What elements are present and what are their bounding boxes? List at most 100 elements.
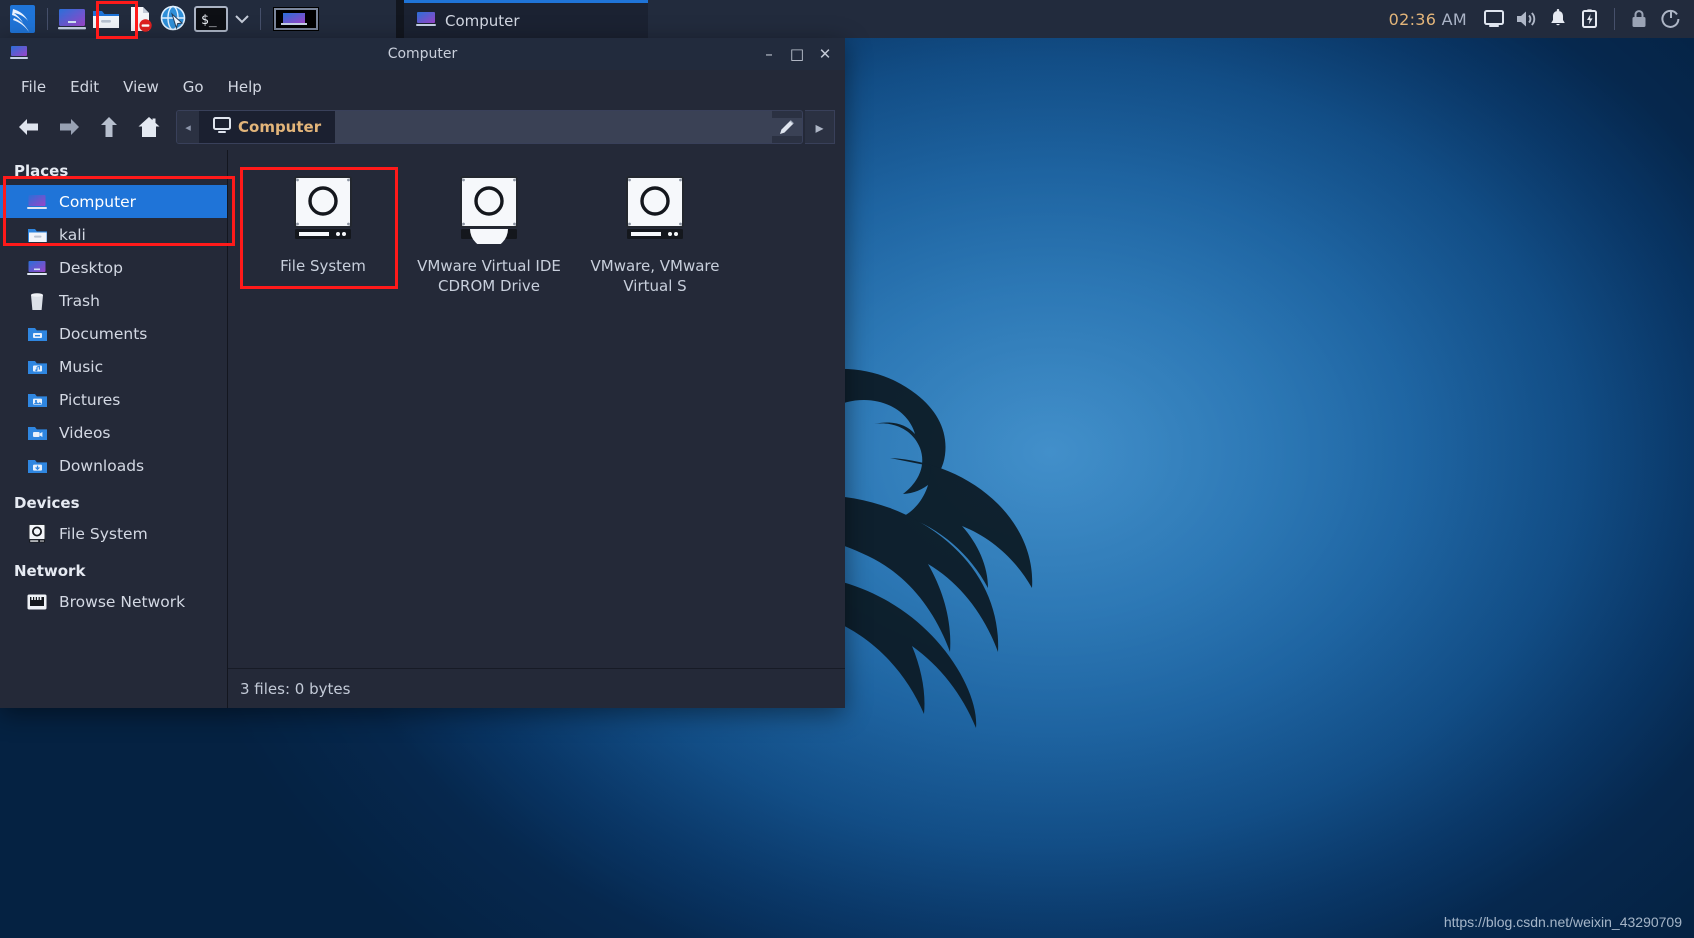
sidebar-item-browse-network[interactable]: Browse Network (0, 585, 227, 618)
display-icon[interactable] (1479, 4, 1509, 34)
documents-folder-icon (26, 323, 48, 345)
file-item-label: File System (280, 257, 366, 275)
show-desktop-icon[interactable] (55, 4, 89, 34)
videos-folder-icon (26, 422, 48, 444)
notification-bell-icon[interactable] (1543, 4, 1573, 34)
network-icon (26, 591, 48, 613)
drive-harddisk-icon (26, 523, 48, 545)
sidebar-item-label: Computer (59, 192, 137, 211)
lock-icon[interactable] (1624, 4, 1654, 34)
menu-go[interactable]: Go (172, 74, 215, 100)
sidebar-item-label: kali (59, 225, 86, 244)
file-item-virtual-disk[interactable]: VMware, VMware Virtual S (574, 164, 736, 305)
sidebar-item-label: Browse Network (59, 592, 186, 611)
sidebar-item-label: Videos (59, 423, 111, 442)
watermark: https://blog.csdn.net/weixin_43290709 (1443, 914, 1682, 930)
taskbar-button-computer[interactable]: Computer (404, 0, 648, 38)
sidebar-section-places: Places (14, 162, 69, 180)
icon-grid: File System VMware Virtual IDE CDROM Dri… (228, 150, 845, 668)
menu-file[interactable]: File (10, 74, 57, 100)
file-manager-window: Computer – □ ✕ File Edit View Go Help ◂ (0, 38, 845, 708)
sidebar-item-trash[interactable]: Trash (0, 284, 227, 317)
workspace-switcher[interactable] (268, 4, 324, 34)
top-panel: $_ Computer 02:36 AM (0, 0, 1694, 38)
statusbar: 3 files: 0 bytes (228, 668, 845, 708)
maximize-button[interactable]: □ (783, 41, 811, 67)
sidebar-item-computer[interactable]: Computer (0, 185, 227, 218)
sidebar-item-documents[interactable]: Documents (0, 317, 227, 350)
window-icon (10, 45, 28, 64)
sidebar-item-label: Documents (59, 324, 148, 343)
panel-divider-2 (260, 8, 261, 30)
svg-text:$_: $_ (201, 13, 217, 28)
pathbar-scroll-right[interactable]: ▸ (805, 110, 835, 144)
terminal-icon[interactable]: $_ (191, 4, 231, 34)
window-title: Computer (387, 46, 458, 62)
pictures-folder-icon (26, 389, 48, 411)
file-view[interactable]: File System VMware Virtual IDE CDROM Dri… (228, 150, 845, 708)
sidebar: Places Computer kali Desktop Trash Docum… (0, 150, 228, 708)
sidebar-item-label: Downloads (59, 456, 145, 475)
clock[interactable]: 02:36 AM (1389, 10, 1467, 29)
clock-time: 02:36 (1388, 9, 1437, 29)
sidebar-item-label: Music (59, 357, 104, 376)
menu-help[interactable]: Help (217, 74, 273, 100)
sidebar-item-file-system[interactable]: File System (0, 517, 227, 550)
pathbar-scroll-left[interactable]: ◂ (177, 111, 199, 143)
sidebar-item-music[interactable]: Music (0, 350, 227, 383)
file-item-label: VMware, VMware Virtual S (590, 257, 720, 296)
sidebar-item-kali[interactable]: kali (0, 218, 227, 251)
menu-edit[interactable]: Edit (59, 74, 110, 100)
forward-arrow-icon[interactable] (50, 108, 88, 146)
desktop-icon (26, 257, 48, 279)
menubar: File Edit View Go Help (0, 70, 845, 104)
file-item-file-system[interactable]: File System (242, 164, 404, 305)
pathbar-edit-icon[interactable] (772, 118, 802, 136)
menu-view[interactable]: View (112, 74, 170, 100)
system-tray: 02:36 AM (1389, 0, 1694, 38)
computer-icon (26, 191, 48, 213)
taskbar-button-label: Computer (445, 11, 520, 30)
panel-divider (47, 8, 48, 30)
sidebar-section-devices: Devices (14, 494, 80, 512)
sidebar-item-label: Desktop (59, 258, 123, 277)
drive-cdrom-icon (456, 174, 522, 248)
home-icon[interactable] (130, 108, 168, 146)
sidebar-item-pictures[interactable]: Pictures (0, 383, 227, 416)
volume-icon[interactable] (1511, 4, 1541, 34)
downloads-folder-icon (26, 455, 48, 477)
task-list: Computer (396, 0, 648, 38)
sidebar-section-network: Network (14, 562, 86, 580)
tray-divider (1614, 8, 1615, 30)
file-manager-icon[interactable] (89, 4, 123, 34)
web-browser-icon[interactable] (157, 4, 191, 34)
trash-icon (26, 290, 48, 312)
music-folder-icon (26, 356, 48, 378)
sidebar-item-desktop[interactable]: Desktop (0, 251, 227, 284)
pathbar-empty-area[interactable] (335, 111, 772, 143)
power-icon[interactable] (1656, 4, 1686, 34)
breadcrumb-computer[interactable]: Computer (199, 111, 336, 143)
sidebar-item-downloads[interactable]: Downloads (0, 449, 227, 482)
terminal-dropdown-icon[interactable] (231, 4, 253, 34)
computer-icon (416, 11, 436, 31)
text-editor-icon[interactable] (123, 4, 157, 34)
computer-monitor-icon (213, 116, 231, 138)
close-button[interactable]: ✕ (811, 41, 839, 67)
kali-menu-icon[interactable] (4, 4, 40, 34)
back-arrow-icon[interactable] (10, 108, 48, 146)
minimize-button[interactable]: – (755, 41, 783, 67)
home-folder-icon (26, 224, 48, 246)
clock-ampm: AM (1441, 9, 1467, 29)
file-item-cdrom-drive[interactable]: VMware Virtual IDE CDROM Drive (408, 164, 570, 305)
sidebar-item-label: Trash (59, 291, 100, 310)
breadcrumb-label: Computer (238, 118, 322, 136)
sidebar-item-label: Pictures (59, 390, 121, 409)
sidebar-item-label: File System (59, 524, 148, 543)
window-titlebar[interactable]: Computer – □ ✕ (0, 38, 845, 70)
sidebar-item-videos[interactable]: Videos (0, 416, 227, 449)
up-arrow-icon[interactable] (90, 108, 128, 146)
drive-harddisk-icon (622, 174, 688, 248)
drive-harddisk-icon (290, 174, 356, 248)
battery-icon[interactable] (1575, 4, 1605, 34)
